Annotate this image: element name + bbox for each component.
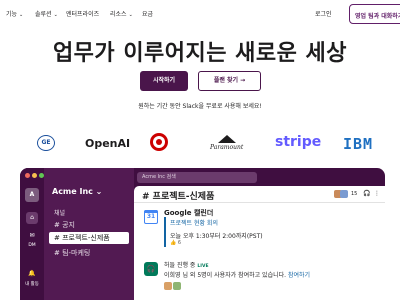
member-avatar: [340, 190, 348, 198]
nav-item-label: 요금: [142, 11, 154, 18]
dm-icon[interactable]: ✉: [26, 230, 38, 242]
participant-avatar: [164, 282, 172, 290]
event-title-link[interactable]: 프로젝트 현황 회의: [170, 218, 218, 227]
nav-item-features[interactable]: 기능 ⌄: [6, 9, 23, 18]
login-link[interactable]: 로그인: [315, 9, 332, 18]
chevron-down-icon: ⌄: [53, 12, 58, 18]
headphones-icon[interactable]: 🎧: [363, 190, 370, 197]
workspace-rail: A ⌂ ✉ DM 🔔 내 활동: [20, 168, 44, 300]
sidebar-item-team-marketing[interactable]: # 팀-마케팅: [54, 248, 90, 258]
headphones-icon: 🎧: [144, 262, 158, 276]
channels-section-label[interactable]: 채널: [54, 208, 65, 217]
home-icon[interactable]: ⌂: [26, 212, 38, 224]
huddle-title: 허들 진행 중 LIVE: [164, 260, 209, 269]
talk-to-sales-button[interactable]: 영업 팀과 대화하기: [349, 4, 400, 24]
more-options-icon[interactable]: ⋮: [374, 190, 380, 197]
target-logo: [150, 133, 168, 151]
ge-logo: GE: [37, 135, 55, 151]
participant-avatar: [173, 282, 181, 290]
nav-item-pricing[interactable]: 요금: [142, 9, 153, 18]
huddle-description: 이희영 님 외 5명이 사용자가 참여하고 있습니다. 참여하기: [164, 270, 310, 279]
slack-app-preview: A ⌂ ✉ DM 🔔 내 활동 Acme Inc ⌄ 채널 # 공지 # 프로젝…: [20, 168, 385, 300]
window-close-dot: [25, 173, 30, 178]
paramount-logo: Paramount: [210, 135, 243, 151]
event-time: 오늘 오후 1:30부터 2:00까지(PST): [170, 233, 263, 240]
member-list-button[interactable]: 15: [334, 190, 358, 200]
paramount-wordmark: Paramount: [210, 144, 244, 151]
live-badge: LIVE: [197, 264, 209, 269]
channel-title[interactable]: # 프로젝트-신제품: [142, 189, 214, 202]
nav-item-enterprise[interactable]: 엔터프라이즈: [66, 9, 99, 18]
nav-item-resources[interactable]: 리소스 ⌄: [110, 9, 133, 18]
event-accent-bar: [164, 217, 166, 247]
bell-icon[interactable]: 🔔: [26, 268, 38, 280]
nav-item-label: 기능: [6, 11, 18, 18]
ibm-logo: IBM: [343, 135, 374, 153]
nav-item-label: 리소스: [110, 11, 127, 18]
find-plan-button[interactable]: 플랜 찾기 →: [198, 71, 261, 91]
sidebar-item-project-new-product[interactable]: # 프로젝트-신제품: [49, 232, 129, 244]
channel-sidebar: Acme Inc ⌄ 채널 # 공지 # 프로젝트-신제품 # 팀-마케팅: [44, 168, 134, 300]
join-huddle-link[interactable]: 참여하기: [288, 272, 310, 279]
huddle-participant-avatars: [164, 282, 204, 292]
stripe-logo: stripe: [275, 134, 322, 150]
hero-title: 업무가 이루어지는 새로운 세상: [52, 41, 348, 66]
dm-label: DM: [28, 243, 36, 248]
nav-item-label: 솔루션: [35, 11, 52, 18]
chevron-down-icon: ⌄: [19, 12, 24, 18]
header-divider: [134, 202, 385, 203]
member-count: 15: [351, 191, 358, 197]
top-nav: 기능 ⌄ 솔루션 ⌄ 엔터프라이즈 리소스 ⌄ 요금 로그인 영업 팀과 대화하기: [0, 0, 400, 30]
huddle-title-text: 허들 진행 중: [164, 262, 196, 269]
openai-logo: OpenAI: [85, 137, 131, 150]
message-sender[interactable]: Google 캘린더: [164, 208, 213, 218]
window-minimize-dot: [32, 173, 37, 178]
activity-label: 내 활동: [25, 282, 39, 287]
nav-item-label: 엔터프라이즈: [66, 11, 100, 18]
get-started-button[interactable]: 시작하기: [140, 71, 188, 91]
workspace-avatar[interactable]: A: [25, 188, 39, 202]
workspace-search-input[interactable]: Acme Inc 검색: [137, 172, 257, 183]
mountain-icon: [217, 135, 236, 143]
calendar-icon: 31: [144, 210, 158, 224]
workspace-name[interactable]: Acme Inc ⌄: [52, 187, 102, 196]
reaction-badge[interactable]: 👍 6: [170, 240, 181, 246]
chevron-down-icon: ⌄: [128, 12, 133, 18]
sidebar-item-announcements[interactable]: # 공지: [54, 220, 75, 230]
free-trial-note: 원하는 기간 동안 Slack을 무료로 사용해 보세요!: [138, 103, 262, 110]
huddle-participants-text: 이희영 님 외 5명이 사용자가 참여하고 있습니다.: [164, 272, 287, 279]
channel-view: # 프로젝트-신제품 15 🎧 ⋮ 31 Google 캘린더 프로젝트 현황 …: [134, 186, 385, 300]
nav-item-solutions[interactable]: 솔루션 ⌄: [35, 9, 58, 18]
